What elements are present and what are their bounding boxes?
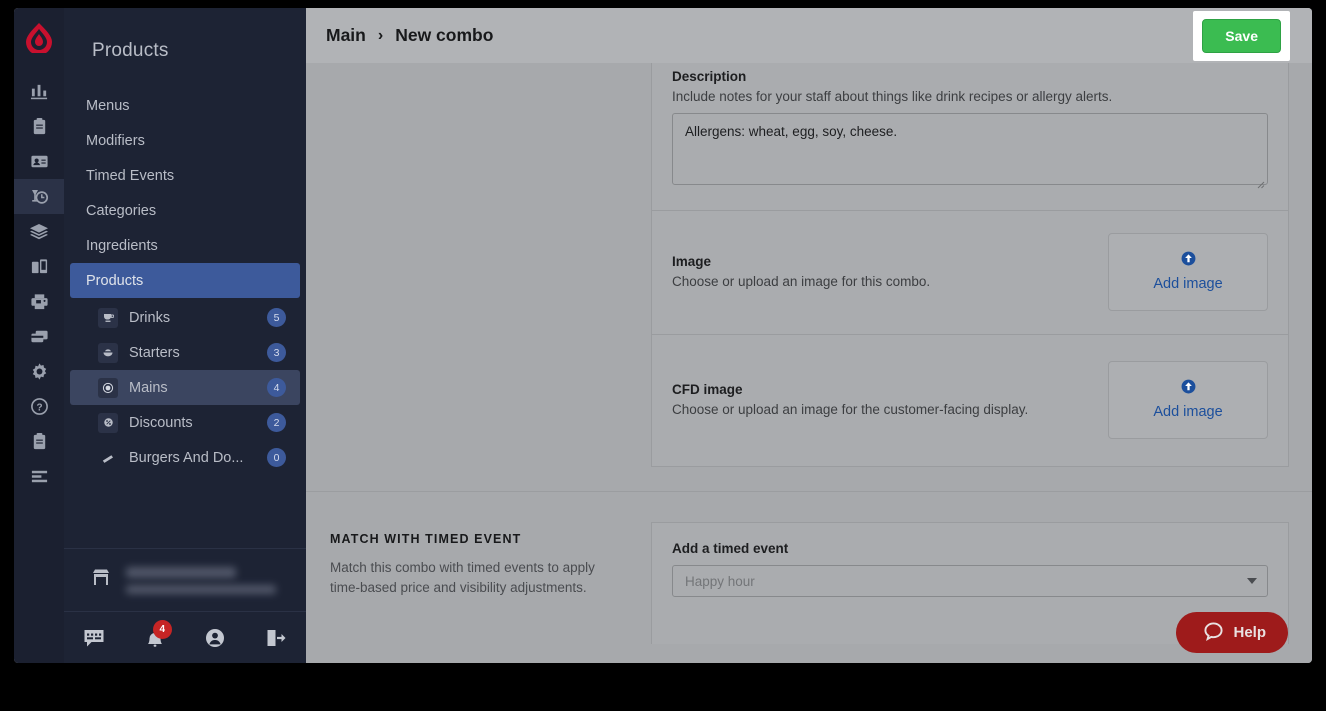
sidebar-nav: Menus Modifiers Timed Events Categories … bbox=[64, 88, 306, 298]
status-badge: 4 bbox=[267, 378, 286, 397]
save-button[interactable]: Save bbox=[1202, 18, 1281, 53]
chat-icon[interactable] bbox=[64, 612, 125, 663]
sidebar-title: Products bbox=[92, 40, 169, 61]
combo-form-card: Description Include notes for your staff… bbox=[651, 63, 1289, 467]
rail-item-products-icon[interactable] bbox=[14, 179, 64, 214]
sidebar-subitem-drinks[interactable]: Drinks 5 bbox=[70, 300, 300, 335]
add-image-label: Add image bbox=[1153, 276, 1223, 292]
add-cfd-image-button[interactable]: Add image bbox=[1108, 360, 1268, 439]
timed-event-section: MATCH WITH TIMED EVENT Match this combo … bbox=[306, 500, 1312, 644]
sidebar-item-label: Menus bbox=[86, 97, 130, 114]
store-selector[interactable] bbox=[64, 549, 306, 611]
sidebar-subitem-starters[interactable]: Starters 3 bbox=[70, 335, 300, 370]
bell-icon[interactable]: 4 bbox=[125, 612, 186, 663]
burger-icon bbox=[98, 448, 118, 468]
description-section: Description Include notes for your staff… bbox=[652, 63, 1288, 211]
starter-icon bbox=[98, 342, 118, 363]
help-label: Help bbox=[1233, 624, 1266, 641]
rail-item-customers-icon[interactable] bbox=[14, 144, 64, 179]
chevron-right-icon: › bbox=[377, 26, 384, 44]
upload-circle-icon bbox=[1181, 251, 1196, 271]
timed-event-select-value: Happy hour bbox=[685, 573, 755, 589]
upload-circle-icon bbox=[1181, 379, 1196, 399]
add-timed-event-label: Add a timed event bbox=[672, 541, 789, 556]
image-label: Image bbox=[672, 254, 712, 269]
rail-item-clipboard-icon[interactable] bbox=[14, 109, 64, 144]
rail-item-devices-icon[interactable] bbox=[14, 249, 64, 284]
sidebar-subitem-discounts[interactable]: Discounts 2 bbox=[70, 405, 300, 440]
sidebar-item-label: Timed Events bbox=[86, 167, 175, 184]
discount-icon bbox=[98, 412, 118, 433]
cfd-image-helptext: Choose or upload an image for the custom… bbox=[672, 402, 1029, 417]
image-helptext: Choose or upload an image for this combo… bbox=[672, 274, 931, 289]
status-badge: 0 bbox=[267, 448, 286, 467]
sidebar-subitem-mains[interactable]: Mains 4 bbox=[70, 370, 300, 405]
sidebar-item-menus[interactable]: Menus bbox=[64, 88, 306, 123]
sidebar-subitem-burgers[interactable]: Burgers And Do... 0 bbox=[70, 440, 300, 475]
rail-item-list-icon[interactable] bbox=[14, 459, 64, 494]
logout-icon[interactable] bbox=[246, 612, 307, 663]
sidebar-item-label: Modifiers bbox=[86, 132, 145, 149]
rail-item-printer-icon[interactable] bbox=[14, 284, 64, 319]
description-input[interactable] bbox=[672, 113, 1268, 185]
icon-rail: ? bbox=[14, 8, 64, 663]
add-cfd-image-label: Add image bbox=[1153, 404, 1223, 420]
rail-item-stock-icon[interactable] bbox=[14, 214, 64, 249]
status-badge: 5 bbox=[267, 308, 286, 327]
timed-event-heading: MATCH WITH TIMED EVENT bbox=[330, 532, 522, 546]
status-badge: 3 bbox=[267, 343, 286, 362]
sidebar-subitem-label: Discounts bbox=[129, 414, 193, 431]
sidebar-item-modifiers[interactable]: Modifiers bbox=[64, 123, 306, 158]
status-badge: 2 bbox=[267, 413, 286, 432]
sidebar-bottom-bar: 4 bbox=[64, 611, 306, 663]
store-icon bbox=[90, 567, 112, 594]
timed-event-info: MATCH WITH TIMED EVENT Match this combo … bbox=[306, 532, 651, 644]
page-content: Description Include notes for your staff… bbox=[306, 63, 1312, 663]
top-bar: Main › New combo Save bbox=[306, 8, 1312, 63]
rail-item-help-icon[interactable]: ? bbox=[14, 389, 64, 424]
add-image-button[interactable]: Add image bbox=[1108, 232, 1268, 311]
rail-item-orders-icon[interactable] bbox=[14, 424, 64, 459]
image-section: Image Choose or upload an image for this… bbox=[652, 211, 1288, 335]
save-button-highlight: Save bbox=[1193, 10, 1290, 61]
brand-logo bbox=[14, 14, 64, 62]
timed-event-description: Match this combo with timed events to ap… bbox=[330, 560, 595, 595]
timed-event-select[interactable]: Happy hour bbox=[672, 565, 1268, 597]
sidebar: Products Menus Modifiers Timed Events Ca… bbox=[64, 8, 306, 663]
sidebar-item-label: Products bbox=[86, 272, 144, 289]
notification-count: 4 bbox=[152, 620, 172, 639]
chat-bubble-icon bbox=[1203, 621, 1224, 645]
sidebar-subitem-label: Drinks bbox=[129, 309, 171, 326]
sidebar-subitem-label: Mains bbox=[129, 379, 168, 396]
section-divider bbox=[306, 491, 1312, 492]
account-icon[interactable] bbox=[185, 612, 246, 663]
rail-item-reports-icon[interactable] bbox=[14, 74, 64, 109]
sidebar-item-timed-events[interactable]: Timed Events bbox=[64, 158, 306, 193]
breadcrumb-root[interactable]: Main bbox=[326, 25, 366, 46]
sidebar-item-products[interactable]: Products bbox=[70, 263, 300, 298]
sidebar-subitem-label: Burgers And Do... bbox=[129, 449, 244, 466]
sidebar-item-ingredients[interactable]: Ingredients bbox=[64, 228, 306, 263]
description-label: Description bbox=[672, 69, 747, 84]
rail-item-payments-icon[interactable] bbox=[14, 319, 64, 354]
cfd-image-label: CFD image bbox=[672, 382, 743, 397]
cfd-image-section: CFD image Choose or upload an image for … bbox=[652, 335, 1288, 466]
help-widget[interactable]: Help bbox=[1176, 612, 1288, 653]
sidebar-subnav: Drinks 5 Starters 3 Mains 4 Discounts 2 … bbox=[64, 300, 306, 475]
app-window: ? Products Menus Modifiers Timed Events … bbox=[14, 8, 1312, 663]
drink-icon bbox=[98, 307, 118, 328]
sidebar-subitem-label: Starters bbox=[129, 344, 180, 361]
main-area: Main › New combo Save Description Includ… bbox=[306, 8, 1312, 663]
svg-text:?: ? bbox=[36, 403, 42, 414]
chevron-down-icon bbox=[1247, 578, 1257, 584]
sidebar-item-label: Categories bbox=[86, 202, 157, 219]
store-name bbox=[126, 566, 276, 594]
sidebar-item-categories[interactable]: Categories bbox=[64, 193, 306, 228]
mains-icon bbox=[98, 377, 118, 398]
sidebar-item-label: Ingredients bbox=[86, 237, 158, 254]
description-helptext: Include notes for your staff about thing… bbox=[672, 89, 1113, 104]
rail-item-settings-icon[interactable] bbox=[14, 354, 64, 389]
breadcrumb-current: New combo bbox=[395, 25, 494, 45]
